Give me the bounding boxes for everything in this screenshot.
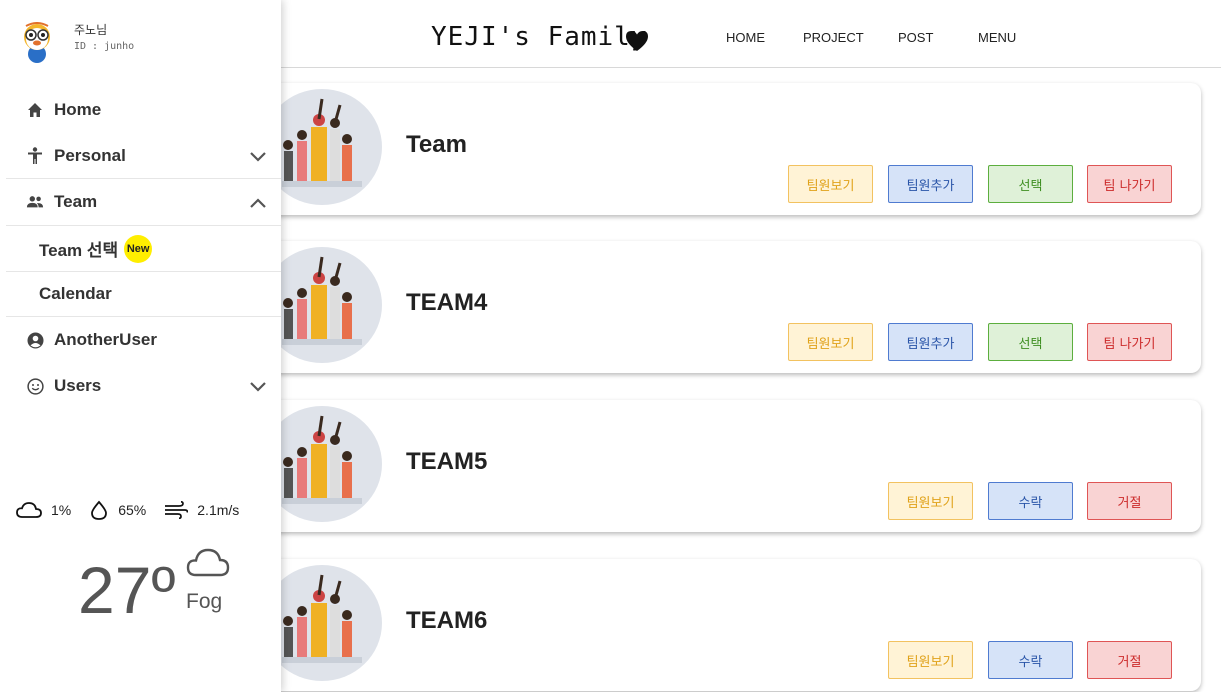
brand-title[interactable]: YEJI's Family xyxy=(431,22,648,52)
select-team-button[interactable]: 선택 xyxy=(988,165,1073,203)
user-profile[interactable]: 주노님 ID : junho xyxy=(18,22,134,66)
view-members-button[interactable]: 팀원보기 xyxy=(788,323,873,361)
sidebar-item-team-select[interactable]: Team 선택 New xyxy=(6,225,281,271)
sidebar-item-team[interactable]: Team xyxy=(6,179,281,225)
heart-icon xyxy=(625,30,649,56)
chevron-up-icon[interactable] xyxy=(249,194,267,208)
reject-button[interactable]: 거절 xyxy=(1087,482,1172,520)
humidity-stat: 65% xyxy=(89,500,146,520)
leave-team-button[interactable]: 팀 나가기 xyxy=(1087,165,1172,203)
new-badge: New xyxy=(124,234,153,263)
sidebar-item-label: Team xyxy=(54,192,98,211)
chevron-down-icon[interactable] xyxy=(249,378,267,392)
team-name: TEAM5 xyxy=(406,448,488,475)
wind-icon xyxy=(165,501,189,519)
reject-button[interactable]: 거절 xyxy=(1087,641,1172,679)
accept-button[interactable]: 수락 xyxy=(988,641,1073,679)
add-member-button[interactable]: 팀원추가 xyxy=(888,323,973,361)
team-image xyxy=(270,406,382,522)
sidebar-item-label: Users xyxy=(54,376,102,395)
view-members-button[interactable]: 팀원보기 xyxy=(788,165,873,203)
team-image xyxy=(270,89,382,205)
avatar xyxy=(18,22,56,64)
sidebar-item-anotheruser[interactable]: AnotherUser xyxy=(6,317,281,363)
view-members-button[interactable]: 팀원보기 xyxy=(888,641,973,679)
nav-post[interactable]: POST xyxy=(898,30,933,45)
top-header: YEJI's Family HOME PROJECT POST MENU xyxy=(281,0,1221,68)
sidebar-item-label: AnotherUser xyxy=(54,330,157,349)
sidebar-item-label: Calendar xyxy=(39,284,112,303)
group-icon xyxy=(26,193,44,211)
wind-value: 2.1m/s xyxy=(197,502,240,518)
team-card: Team 팀원보기 팀원추가 선택 팀 나가기 xyxy=(270,83,1201,215)
view-members-button[interactable]: 팀원보기 xyxy=(888,482,973,520)
sidebar-item-calendar[interactable]: Calendar xyxy=(6,271,281,317)
team-card: TEAM4 팀원보기 팀원추가 선택 팀 나가기 xyxy=(270,241,1201,373)
sidebar-item-home[interactable]: Home xyxy=(6,87,281,133)
sidebar-item-label: Team 선택 xyxy=(39,241,119,260)
cloud-stat: 1% xyxy=(16,501,71,519)
home-icon xyxy=(26,101,44,119)
profile-id: ID : junho xyxy=(74,41,135,52)
user-circle-icon xyxy=(26,331,44,349)
team-card: TEAM6 팀원보기 수락 거절 xyxy=(270,559,1201,691)
sidebar-item-users[interactable]: Users xyxy=(6,363,281,409)
person-icon xyxy=(26,146,44,165)
add-member-button[interactable]: 팀원추가 xyxy=(888,165,973,203)
profile-name: 주노님 xyxy=(74,23,108,37)
sidebar-item-label: Home xyxy=(54,100,102,119)
team-name: TEAM6 xyxy=(406,607,488,634)
team-name: Team xyxy=(406,131,467,158)
wind-stat: 2.1m/s xyxy=(164,501,239,519)
temperature: 27º xyxy=(78,553,176,627)
chevron-down-icon[interactable] xyxy=(249,148,267,162)
team-image xyxy=(270,565,382,681)
drop-icon xyxy=(91,500,108,520)
nav-project[interactable]: PROJECT xyxy=(803,30,864,45)
team-image xyxy=(270,247,382,363)
sidebar: 주노님 ID : junho Home Personal Team Team 선… xyxy=(0,0,281,692)
nav-menu[interactable]: MENU xyxy=(978,30,1016,45)
team-name: TEAM4 xyxy=(406,289,488,316)
weather-condition: Fog xyxy=(186,590,223,613)
cloud-icon xyxy=(16,502,42,518)
accept-button[interactable]: 수락 xyxy=(988,482,1073,520)
sidebar-item-personal[interactable]: Personal xyxy=(6,133,281,179)
smile-icon xyxy=(26,377,44,395)
humidity-value: 65% xyxy=(118,502,147,518)
fog-cloud-icon xyxy=(186,546,230,582)
team-card: TEAM5 팀원보기 수락 거절 xyxy=(270,400,1201,532)
leave-team-button[interactable]: 팀 나가기 xyxy=(1087,323,1172,361)
weather-stats: 1% 65% 2.1m/s xyxy=(16,500,257,520)
select-team-button[interactable]: 선택 xyxy=(988,323,1073,361)
sidebar-item-label: Personal xyxy=(54,145,126,165)
nav-home[interactable]: HOME xyxy=(726,30,765,45)
cloud-value: 1% xyxy=(51,502,72,518)
sidebar-menu: Home Personal Team Team 선택 New Calendar … xyxy=(6,87,281,409)
